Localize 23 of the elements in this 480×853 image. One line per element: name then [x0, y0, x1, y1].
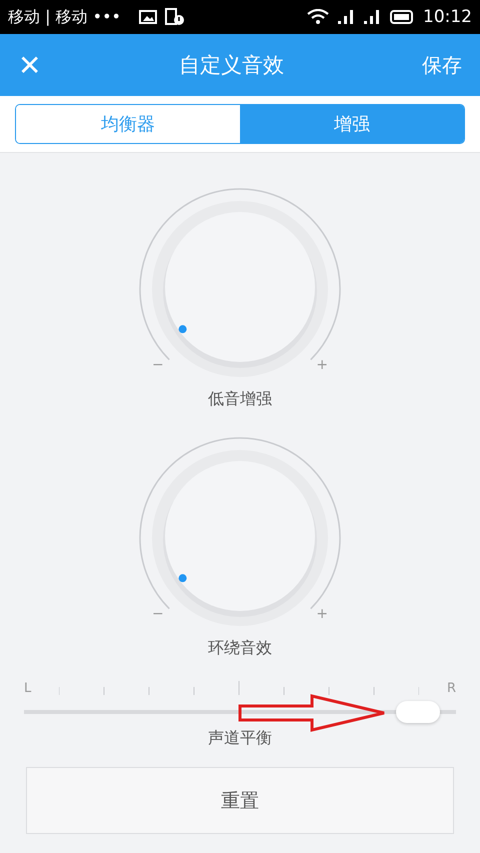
alert-icon: [164, 8, 185, 26]
signal-icon: [337, 9, 355, 25]
knob-label: 低音增强: [208, 389, 272, 410]
minus-sign: −: [152, 357, 164, 373]
reset-button[interactable]: 重置: [26, 767, 454, 834]
wifi-icon: [307, 9, 329, 25]
tab[interactable]: 增强: [240, 105, 464, 143]
slider-thumb[interactable]: [396, 701, 440, 723]
balance-label: 声道平衡: [208, 728, 272, 749]
signal-icon: [363, 9, 381, 25]
knob-label: 环绕音效: [208, 638, 272, 659]
close-button[interactable]: ✕: [14, 44, 46, 86]
save-button[interactable]: 保存: [418, 48, 466, 82]
clock-text: 10:12: [423, 7, 472, 27]
battery-icon: [389, 9, 415, 25]
plus-sign: +: [316, 606, 328, 622]
plus-sign: +: [316, 357, 328, 373]
page-title: 自定义音效: [179, 52, 284, 79]
image-icon: [138, 9, 157, 25]
minus-sign: −: [152, 606, 164, 622]
left-label: L: [24, 681, 32, 696]
carrier-text: 移动 | 移动 •••: [8, 6, 121, 28]
right-label: R: [446, 681, 456, 696]
